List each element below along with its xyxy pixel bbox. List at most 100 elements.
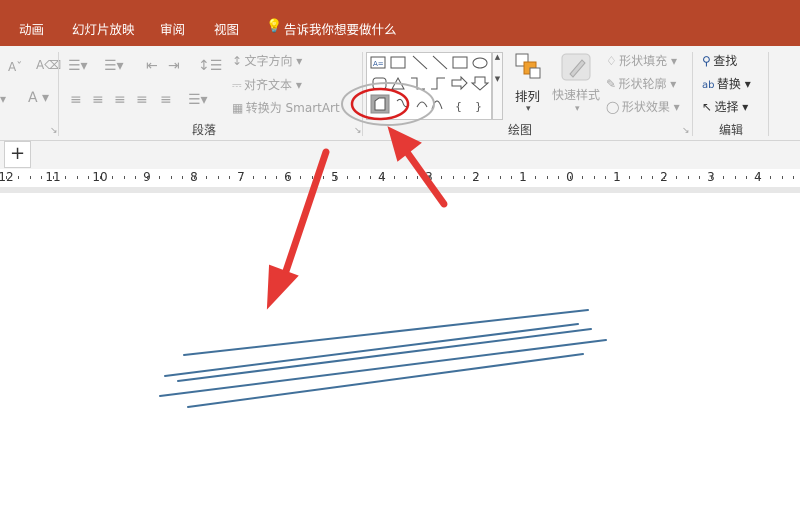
ruler-tick [147, 176, 148, 179]
tab-view[interactable]: 视图 [214, 19, 239, 38]
distributed-icon[interactable]: ≡ [160, 92, 172, 108]
oval-icon [472, 57, 488, 69]
dialog-launcher-icon[interactable]: ↘ [50, 126, 58, 136]
tab-review[interactable]: 审阅 [160, 19, 185, 38]
justify-icon[interactable]: ≡ [136, 92, 148, 108]
editing-group-label: 编辑 [719, 123, 744, 137]
ruler-tick [218, 176, 219, 179]
elbow-connector-icon [411, 77, 425, 90]
find-button[interactable]: ⚲ 查找 [702, 52, 737, 69]
scribble-icon [396, 98, 410, 108]
quick-styles-button[interactable]: 快速样式 [552, 86, 600, 103]
ruler-tick [359, 176, 360, 179]
ruler-tick [335, 176, 336, 179]
line-spacing-icon[interactable]: ↕☰ [198, 58, 222, 74]
ruler-tick [41, 176, 42, 179]
search-icon: ⚲ [702, 54, 711, 68]
align-left-icon[interactable]: ≡ [70, 92, 82, 108]
tab-slideshow[interactable]: 幻灯片放映 [72, 19, 135, 38]
shapes-gallery[interactable]: A= { } [366, 52, 492, 120]
ruler-tick [746, 176, 747, 179]
shape-effects-button[interactable]: ◯ 形状效果 ▾ [606, 98, 680, 115]
separator [362, 52, 363, 136]
right-arrow-icon [451, 75, 468, 91]
dropdown-icon[interactable]: ▾ [0, 92, 6, 106]
ruler-tick [605, 176, 606, 179]
ruler-tick [476, 176, 477, 179]
ruler-tick [6, 176, 7, 179]
font-size-icon[interactable]: Aˇ [8, 60, 22, 74]
shape-fill-button[interactable]: ♢ 形状填充 ▾ [606, 52, 677, 69]
align-right-icon[interactable]: ≡ [114, 92, 126, 108]
ruler-tick [594, 176, 595, 179]
quick-styles-icon[interactable] [560, 52, 594, 84]
rectangle-icon [452, 56, 468, 69]
bullets-icon[interactable]: ☰▾ [68, 58, 88, 74]
tell-me-box[interactable]: 告诉我你想要做什么 [284, 19, 397, 38]
columns-icon[interactable]: ☰▾ [188, 92, 208, 108]
freeform-line [177, 328, 592, 382]
elbow-arrow-icon [431, 77, 445, 90]
text-direction-button[interactable]: ↕ 文字方向 ▾ [232, 52, 302, 69]
ruler-bottom-bar [0, 187, 800, 193]
separator [692, 52, 693, 136]
svg-text:}: } [475, 100, 482, 113]
ruler-tick [382, 176, 383, 179]
ruler-tick [464, 176, 465, 179]
ruler-tick [629, 176, 630, 179]
ruler-tick [265, 176, 266, 179]
convert-smartart-label: 转换为 SmartArt [245, 101, 340, 115]
separator [58, 52, 59, 136]
decrease-indent-icon[interactable]: ⇤ [146, 58, 158, 74]
arrow-left-head [266, 264, 299, 310]
cursor-icon: ↖ [702, 100, 713, 114]
align-center-icon[interactable]: ≡ [92, 92, 104, 108]
ruler-tick [617, 176, 618, 179]
convert-smartart-button[interactable]: ▦ 转换为 SmartArt [232, 99, 340, 116]
arrange-button[interactable]: 排列 [515, 86, 540, 105]
ruler-tick [429, 176, 430, 179]
ruler-tick [300, 176, 301, 179]
ruler-tick [312, 176, 313, 179]
ruler-tick [535, 176, 536, 179]
ruler-tick [652, 176, 653, 179]
align-text-button[interactable]: ⎓ 对齐文本 ▾ [232, 76, 302, 93]
down-arrow-icon [470, 76, 490, 91]
shape-outline-button[interactable]: ✎ 形状轮廓 ▾ [606, 75, 676, 92]
ruler-tick [100, 176, 101, 179]
font-color-icon[interactable]: A ▾ [28, 90, 49, 106]
ruler-tick [406, 176, 407, 179]
ruler-tick [65, 176, 66, 179]
ruler-tick [782, 176, 783, 179]
ruler-tick [77, 176, 78, 179]
dialog-launcher-icon[interactable]: ↘ [682, 126, 690, 136]
ruler-tick [723, 176, 724, 179]
add-button[interactable]: + [4, 141, 31, 168]
numbering-icon[interactable]: ☰▾ [104, 58, 124, 74]
gallery-scrollbar[interactable]: ▲ ▼ [492, 52, 503, 120]
ruler-tick [159, 176, 160, 179]
ruler-tick [441, 176, 442, 179]
ruler-tick [453, 176, 454, 179]
scroll-down-icon[interactable]: ▼ [493, 75, 502, 83]
replace-button[interactable]: ab 替换 ▾ [702, 75, 751, 92]
ruler-tick [135, 176, 136, 179]
align-text-label: 对齐文本 [243, 78, 292, 92]
tab-animations[interactable]: 动画 [19, 19, 44, 38]
arrow-line-icon [432, 55, 448, 70]
rounded-rectangle-icon [372, 77, 387, 90]
arrange-icon[interactable] [512, 52, 546, 82]
scroll-up-icon[interactable]: ▲ [493, 53, 502, 61]
increase-indent-icon[interactable]: ⇥ [168, 58, 180, 74]
ruler-tick [241, 176, 242, 179]
ruler-tick [194, 176, 195, 179]
dialog-launcher-icon[interactable]: ↘ [354, 126, 362, 136]
separator [768, 52, 769, 136]
horizontal-ruler: 12111098765432101234 [0, 169, 800, 188]
line-icon [412, 55, 428, 70]
ruler-tick [206, 176, 207, 179]
shape-effects-label: 形状效果 [621, 100, 670, 114]
ruler-tick [394, 176, 395, 179]
select-button[interactable]: ↖ 选择 ▾ [702, 98, 748, 115]
svg-text:{: { [455, 100, 462, 113]
